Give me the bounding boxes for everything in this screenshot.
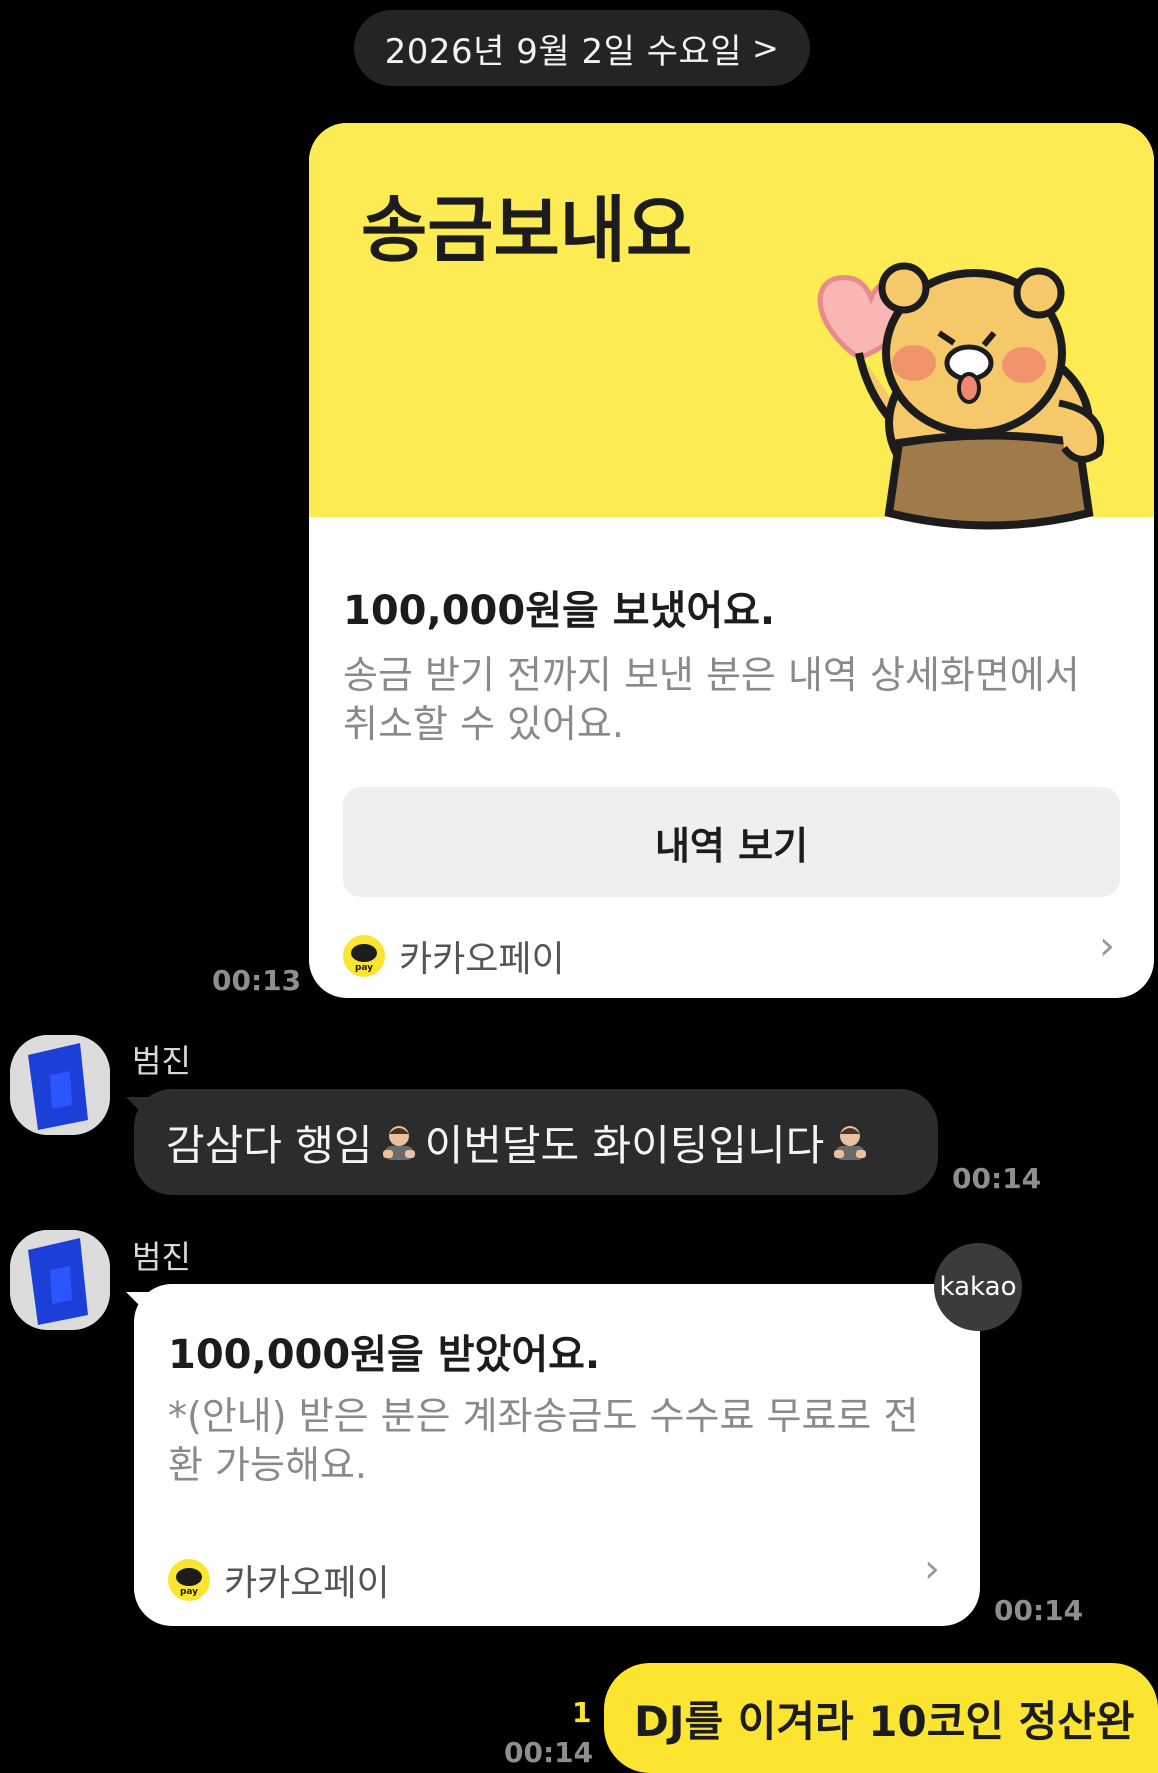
kakaopay-footer[interactable]: pay 카카오페이 <box>343 930 565 982</box>
send-description: 송금 받기 전까지 보낸 분은 내역 상세화면에서 취소할 수 있어요. <box>343 653 1080 746</box>
kakaopay-footer[interactable]: pay 카카오페이 <box>168 1554 390 1606</box>
kakaopay-logo-icon: pay <box>168 1559 210 1601</box>
message-bubble[interactable]: 감삼다 행임 이번달도 화이팅입니다 <box>126 1089 938 1195</box>
bowing-person-icon <box>382 1126 415 1160</box>
receive-money-card[interactable]: 100,000원을 받았어요. *(안내) 받은 분은 계좌송금도 수수료 무료… <box>126 1284 980 1626</box>
chevron-right-icon: > <box>752 29 780 67</box>
received-amount: 100,000원을 받았어요. <box>168 1332 601 1378</box>
provider-label: 카카오페이 <box>224 1563 390 1604</box>
unread-count: 1 <box>572 1696 592 1729</box>
provider-label: 카카오페이 <box>399 939 565 980</box>
my-message-time: 00:14 <box>504 1736 594 1769</box>
chevron-right-icon: › <box>924 1546 940 1592</box>
message-text-part2: 이번달도 화이팅입니다 <box>424 1120 825 1170</box>
my-message-bubble[interactable]: DJ를 이겨라 10코인 정산완 <box>604 1663 1158 1773</box>
message-time: 00:14 <box>952 1162 1042 1195</box>
bowing-person-icon <box>834 1126 867 1160</box>
kakao-badge: kakao <box>934 1243 1022 1331</box>
send-money-card[interactable]: 송금보내요 100,000원을 보냈어요. 송금 받기 전까지 보낸 분은 내역… <box>309 123 1154 998</box>
view-history-button[interactable]: 내역 보기 <box>343 787 1120 897</box>
kakaopay-logo-icon: pay <box>343 935 385 977</box>
send-time: 00:13 <box>212 964 302 997</box>
date-label: 2026년 9월 2일 수요일 <box>384 31 743 72</box>
heart-bear-sticker-icon <box>817 262 1105 530</box>
chevron-right-icon: › <box>1099 923 1115 969</box>
sent-amount: 100,000원을 보냈어요. <box>343 588 776 634</box>
card-title: 송금보내요 <box>361 188 693 272</box>
avatar[interactable] <box>10 1230 110 1330</box>
avatar[interactable] <box>10 1035 110 1135</box>
receive-description: *(안내) 받은 분은 계좌송금도 수수료 무료로 전환 가능해요. <box>168 1394 919 1487</box>
sender-name: 범진 <box>132 1238 191 1276</box>
date-header[interactable]: 2026년 9월 2일 수요일 > <box>354 10 810 86</box>
receive-time: 00:14 <box>994 1594 1084 1627</box>
sender-name: 범진 <box>132 1042 191 1080</box>
my-message-text: DJ를 이겨라 10코인 정산완 <box>634 1696 1135 1746</box>
message-text-part1: 감삼다 행임 <box>166 1120 373 1170</box>
